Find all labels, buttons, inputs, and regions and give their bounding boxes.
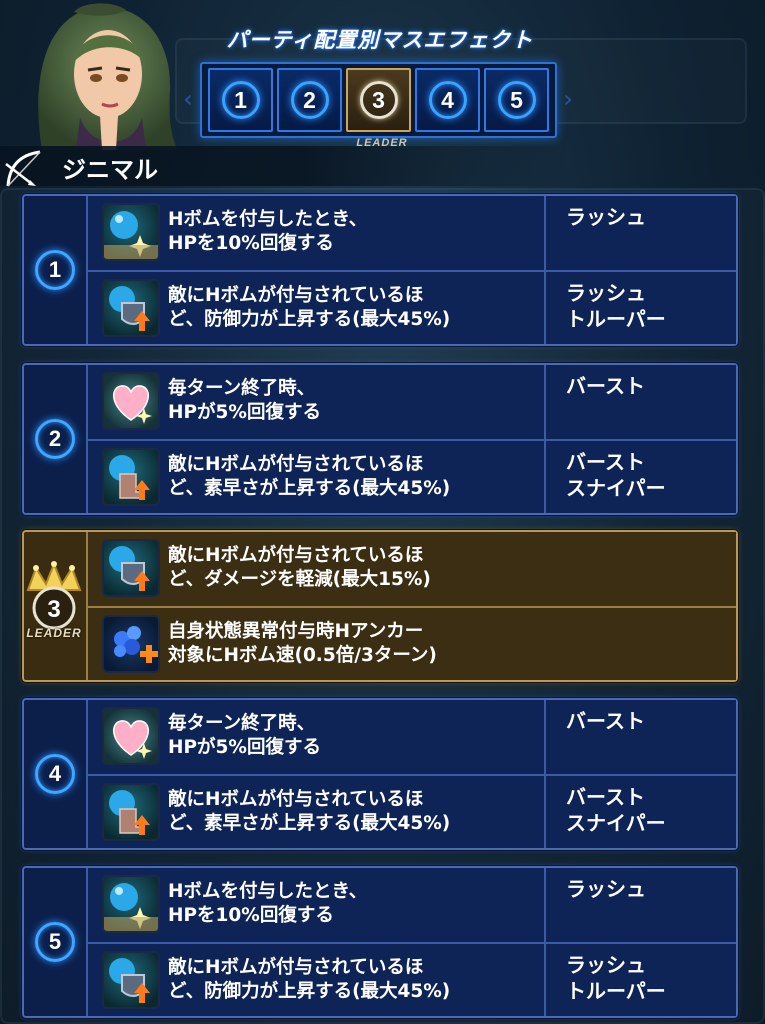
effect-description: 敵にHボムが付与されているほ ど、素早さが上昇する(最大45%) [168, 789, 451, 834]
position-tab-3[interactable]: 3 [346, 68, 411, 132]
position-tab-2[interactable]: 2 [277, 68, 342, 132]
position-marker: 4 [24, 700, 86, 848]
effect-description: 自身状態異常付与時Hアンカー 対象にHボム速(0.5倍/3ターン) [168, 621, 437, 666]
hp-recover-icon [102, 875, 160, 933]
position-marker: 5 [24, 868, 86, 1016]
condition-cell: バースト スナイパー [544, 776, 740, 848]
speed-up-icon [102, 448, 160, 506]
chevron-left-icon[interactable]: ‹ [180, 84, 196, 114]
position-number: 2 [35, 419, 75, 459]
position-number: 4 [428, 81, 467, 119]
condition-cell: ラッシュ [544, 196, 740, 270]
position-effect-group-5: 5 Hボムを付与したとき、 HPを10%回復する ラッシュ 敵にHボムが付与され… [22, 866, 738, 1018]
effect-row: 敵にHボムが付与されているほ ど、素早さが上昇する(最大45%) バースト スナ… [86, 774, 736, 848]
effect-description: 毎ターン終了時、 HPが5%回復する [168, 378, 321, 423]
page-title: パーティ配置別マスエフェクト [226, 28, 534, 52]
effect-description: Hボムを付与したとき、 HPを10%回復する [168, 881, 368, 926]
leader-position-number: 3 [47, 596, 60, 623]
condition-class: バースト [566, 709, 645, 733]
effect-row: 敵にHボムが付与されているほ ど、ダメージを軽減(最大15%) [86, 532, 736, 606]
effect-description: 毎ターン終了時、 HPが5%回復する [168, 713, 321, 758]
defense-up-icon [102, 279, 160, 337]
condition-class: ラッシュ [566, 205, 646, 229]
condition-cell: バースト [544, 700, 740, 774]
position-number: 3 [359, 81, 398, 119]
effect-row: 敵にHボムが付与されているほ ど、防御力が上昇する(最大45%) ラッシュ トル… [86, 942, 736, 1016]
position-number: 4 [35, 754, 75, 794]
heart-regen-icon [102, 372, 160, 430]
speed-up-icon [102, 783, 160, 841]
position-tab-4[interactable]: 4 [415, 68, 480, 132]
damage-reduce-icon [102, 539, 160, 597]
character-name: ジニマル [62, 156, 158, 184]
effect-row: Hボムを付与したとき、 HPを10%回復する ラッシュ [86, 196, 736, 270]
position-number: 1 [35, 250, 75, 290]
effect-description: 敵にHボムが付与されているほ ど、防御力が上昇する(最大45%) [168, 285, 451, 330]
position-selector: 1 2 3 4 5 [200, 62, 557, 138]
effect-row: 自身状態異常付与時Hアンカー 対象にHボム速(0.5倍/3ターン) [86, 606, 736, 680]
position-effect-group-4: 4 毎ターン終了時、 HPが5%回復する バースト 敵にHボムが付与されているほ… [22, 698, 738, 850]
character-portrait [22, 0, 182, 150]
condition-cell: バースト スナイパー [544, 441, 740, 513]
leader-label: LEADER [26, 626, 82, 640]
condition-cell: バースト [544, 365, 740, 439]
condition-cell: ラッシュ トルーパー [544, 944, 740, 1016]
heart-regen-icon [102, 707, 160, 765]
position-marker: 2 [24, 365, 86, 513]
position-number: 2 [290, 81, 329, 119]
condition-class: バースト スナイパー [566, 785, 666, 835]
position-tab-1[interactable]: 1 [208, 68, 273, 132]
effect-row: 敵にHボムが付与されているほ ど、防御力が上昇する(最大45%) ラッシュ トル… [86, 270, 736, 344]
position-effect-group-1: 1 Hボムを付与したとき、 HPを10%回復する ラッシュ 敵にHボムが付与され… [22, 194, 738, 346]
condition-class: バースト スナイパー [566, 450, 666, 500]
effect-description: 敵にHボムが付与されているほ ど、ダメージを軽減(最大15%) [168, 545, 431, 590]
condition-cell: ラッシュ [544, 868, 740, 942]
hp-recover-icon [102, 203, 160, 261]
condition-cell: ラッシュ トルーパー [544, 272, 740, 344]
position-tab-5[interactable]: 5 [484, 68, 549, 132]
condition-class: ラッシュ [566, 877, 646, 901]
condition-class: ラッシュ トルーパー [566, 281, 666, 331]
position-number: 5 [35, 922, 75, 962]
condition-class: バースト [566, 374, 645, 398]
effect-description: 敵にHボムが付与されているほ ど、防御力が上昇する(最大45%) [168, 957, 451, 1002]
condition-class: ラッシュ トルーパー [566, 953, 666, 1003]
effect-description: 敵にHボムが付与されているほ ど、素早さが上昇する(最大45%) [168, 454, 451, 499]
anchor-plus-icon [102, 615, 160, 673]
effect-row: Hボムを付与したとき、 HPを10%回復する ラッシュ [86, 868, 736, 942]
position-marker: 1 [24, 196, 86, 344]
defense-up-icon [102, 951, 160, 1009]
position-number: 1 [221, 81, 260, 119]
position-number: 5 [497, 81, 536, 119]
position-effect-group-2: 2 毎ターン終了時、 HPが5%回復する バースト 敵にHボムが付与されているほ… [22, 363, 738, 515]
party-position-effect-screen: { "header": { "title": "パーティ配置別マスエフェクト",… [0, 0, 765, 1024]
effect-description: Hボムを付与したとき、 HPを10%回復する [168, 209, 368, 254]
effect-row: 敵にHボムが付与されているほ ど、素早さが上昇する(最大45%) バースト スナ… [86, 439, 736, 513]
effect-row: 毎ターン終了時、 HPが5%回復する バースト [86, 365, 736, 439]
chevron-right-icon[interactable]: › [560, 84, 576, 114]
effect-row: 毎ターン終了時、 HPが5%回復する バースト [86, 700, 736, 774]
bow-icon [2, 146, 46, 190]
position-effect-group-3-leader: 敵にHボムが付与されているほ ど、ダメージを軽減(最大15%) 自身状態異常付与… [22, 530, 738, 682]
